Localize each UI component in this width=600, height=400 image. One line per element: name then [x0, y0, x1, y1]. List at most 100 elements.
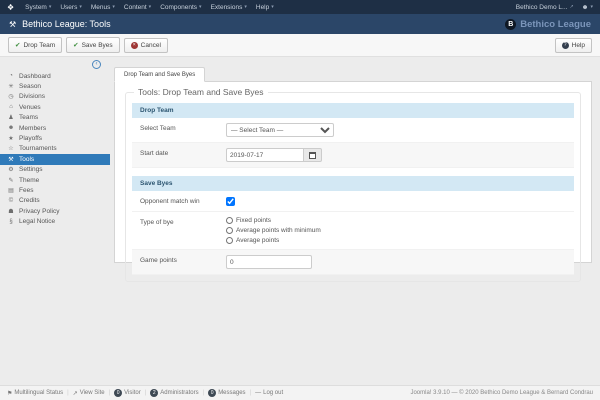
type-of-bye-label: Type of bye	[140, 217, 226, 226]
cancel-icon: ×	[131, 42, 138, 49]
external-link-icon: ↗	[569, 4, 573, 10]
shield-icon: ☗	[7, 208, 15, 215]
save-byes-button[interactable]: ✔ Save Byes	[66, 37, 120, 53]
save-byes-section: Save Byes Opponent match win Type of bye…	[132, 176, 574, 275]
start-date-input[interactable]	[226, 148, 304, 162]
sidebar-item-dashboard[interactable]: ◔Dashboard	[0, 71, 110, 81]
money-icon: ▤	[7, 187, 15, 194]
chevron-down-icon: ▾	[271, 4, 274, 10]
user-menu[interactable]: ☻▾	[582, 4, 593, 11]
select-team-row: Select Team — Select Team —	[132, 118, 574, 143]
radio-average-points-minimum[interactable]: Average points with minimum	[226, 227, 321, 234]
menu-components[interactable]: Components▾	[160, 4, 201, 11]
sidebar-item-theme[interactable]: ✎Theme	[0, 175, 110, 185]
admin-count-badge: 2	[150, 389, 158, 397]
chevron-down-icon: ▾	[244, 4, 247, 10]
sidebar-item-credits[interactable]: ©Credits	[0, 196, 110, 206]
drop-team-button[interactable]: ✔ Drop Team	[8, 37, 62, 53]
version-copyright: Joomla! 3.9.10 — © 2020 Bethico Demo Lea…	[410, 390, 593, 396]
check-icon: ✔	[15, 41, 20, 49]
menu-help[interactable]: Help▾	[256, 4, 274, 11]
select-team-label: Select Team	[140, 123, 226, 132]
radio-average-points[interactable]: Average points	[226, 237, 321, 244]
page-title: Bethico League: Tools	[22, 19, 110, 29]
type-of-bye-row: Type of bye Fixed points Average points …	[132, 212, 574, 250]
sidebar-item-playoffs[interactable]: ★Playoffs	[0, 133, 110, 143]
messages-status: 0 Messages	[208, 389, 245, 397]
opponent-match-win-checkbox[interactable]	[226, 197, 235, 206]
brand-name: Bethico League	[520, 19, 591, 30]
cancel-button[interactable]: × Cancel	[124, 38, 168, 53]
visitor-count-badge: 0	[114, 389, 122, 397]
sidebar-item-season[interactable]: ✳Season	[0, 81, 110, 91]
help-button[interactable]: ? Help	[555, 38, 592, 53]
view-site-link[interactable]: Bethico Demo L...↗	[516, 4, 574, 11]
season-icon: ✳	[7, 83, 15, 90]
menu-users[interactable]: Users▾	[60, 4, 82, 11]
view-site-link[interactable]: ↗ View Site	[73, 390, 105, 397]
radio-input[interactable]	[226, 227, 233, 234]
wrench-icon: ⚒	[7, 156, 15, 163]
chevron-down-icon: ▾	[590, 4, 593, 10]
star-icon: ★	[7, 135, 15, 142]
select-team-dropdown[interactable]: — Select Team —	[226, 123, 334, 137]
game-points-input[interactable]	[226, 255, 312, 269]
radio-fixed-points[interactable]: Fixed points	[226, 217, 321, 224]
multilingual-status: ⚑ Multilingual Status	[7, 390, 63, 397]
status-bar: ⚑ Multilingual Status | ↗ View Site | 0 …	[0, 385, 600, 400]
sidebar-item-members[interactable]: ☻Members	[0, 123, 110, 133]
sidebar-item-teams[interactable]: ♟Teams	[0, 113, 110, 123]
logout-icon: —	[255, 390, 261, 396]
teams-icon: ♟	[7, 114, 15, 121]
sidebar-item-tools[interactable]: ⚒Tools	[0, 154, 110, 164]
save-byes-section-header: Save Byes	[132, 176, 574, 191]
external-link-icon: ↗	[73, 390, 78, 397]
drop-team-section: Drop Team Select Team — Select Team — St…	[132, 103, 574, 168]
brand: B Bethico League	[505, 19, 591, 30]
toolbar: ✔ Drop Team ✔ Save Byes × Cancel ? Help	[0, 34, 600, 57]
sidebar-item-legal-notice[interactable]: §Legal Notice	[0, 216, 110, 226]
page-header: ⚒ Bethico League: Tools B Bethico League	[0, 14, 600, 34]
sidebar-item-divisions[interactable]: ◷Divisions	[0, 92, 110, 102]
venues-icon: ⌂	[7, 104, 15, 110]
members-icon: ☻	[7, 125, 15, 131]
menu-menus[interactable]: Menus▾	[91, 4, 115, 11]
radio-input[interactable]	[226, 217, 233, 224]
calendar-button[interactable]	[304, 148, 322, 162]
chevron-down-icon: ▾	[149, 4, 152, 10]
brand-ball-icon: B	[505, 19, 516, 30]
sidebar-item-tournaments[interactable]: ☆Tournaments	[0, 144, 110, 154]
wrench-icon: ⚒	[9, 20, 16, 29]
menu-system[interactable]: System▾	[25, 4, 51, 11]
start-date-label: Start date	[140, 148, 226, 157]
chevron-down-icon: ▾	[79, 4, 82, 10]
copyright-icon: ©	[7, 198, 15, 204]
main-panel-area: Drop Team and Save Byes Tools: Drop Team…	[110, 57, 600, 385]
star-outline-icon: ☆	[7, 145, 15, 152]
chevron-down-icon: ▾	[112, 4, 115, 10]
sidebar-item-settings[interactable]: ⚙Settings	[0, 165, 110, 175]
sidebar-item-privacy-policy[interactable]: ☗Privacy Policy	[0, 206, 110, 216]
section-icon: §	[7, 219, 15, 225]
dashboard-icon: ◔	[7, 73, 15, 79]
logout-link[interactable]: — Log out	[255, 390, 283, 396]
opponent-match-win-row: Opponent match win	[132, 191, 574, 212]
chevron-down-icon: ▾	[199, 4, 202, 10]
admin-menubar: ❖ System▾ Users▾ Menus▾ Content▾ Compone…	[0, 0, 600, 14]
radio-input[interactable]	[226, 237, 233, 244]
pencil-icon: ✎	[7, 177, 15, 184]
menu-extensions[interactable]: Extensions▾	[211, 4, 247, 11]
sidebar-item-fees[interactable]: ▤Fees	[0, 185, 110, 195]
sidebar-collapse-toggle[interactable]: ‹	[92, 60, 101, 69]
flag-icon: ⚑	[7, 390, 12, 397]
menu-content[interactable]: Content▾	[124, 4, 151, 11]
sidebar-item-venues[interactable]: ⌂Venues	[0, 102, 110, 112]
opponent-match-win-label: Opponent match win	[140, 196, 226, 205]
messages-count-badge: 0	[208, 389, 216, 397]
content-area: ‹ ◔Dashboard ✳Season ◷Divisions ⌂Venues …	[0, 57, 600, 385]
fieldset-legend: Tools: Drop Team and Save Byes	[134, 87, 268, 97]
calendar-icon	[309, 152, 316, 159]
drop-team-section-header: Drop Team	[132, 103, 574, 118]
game-points-label: Game points	[140, 255, 226, 264]
tab-drop-team-save-byes[interactable]: Drop Team and Save Byes	[114, 67, 205, 82]
